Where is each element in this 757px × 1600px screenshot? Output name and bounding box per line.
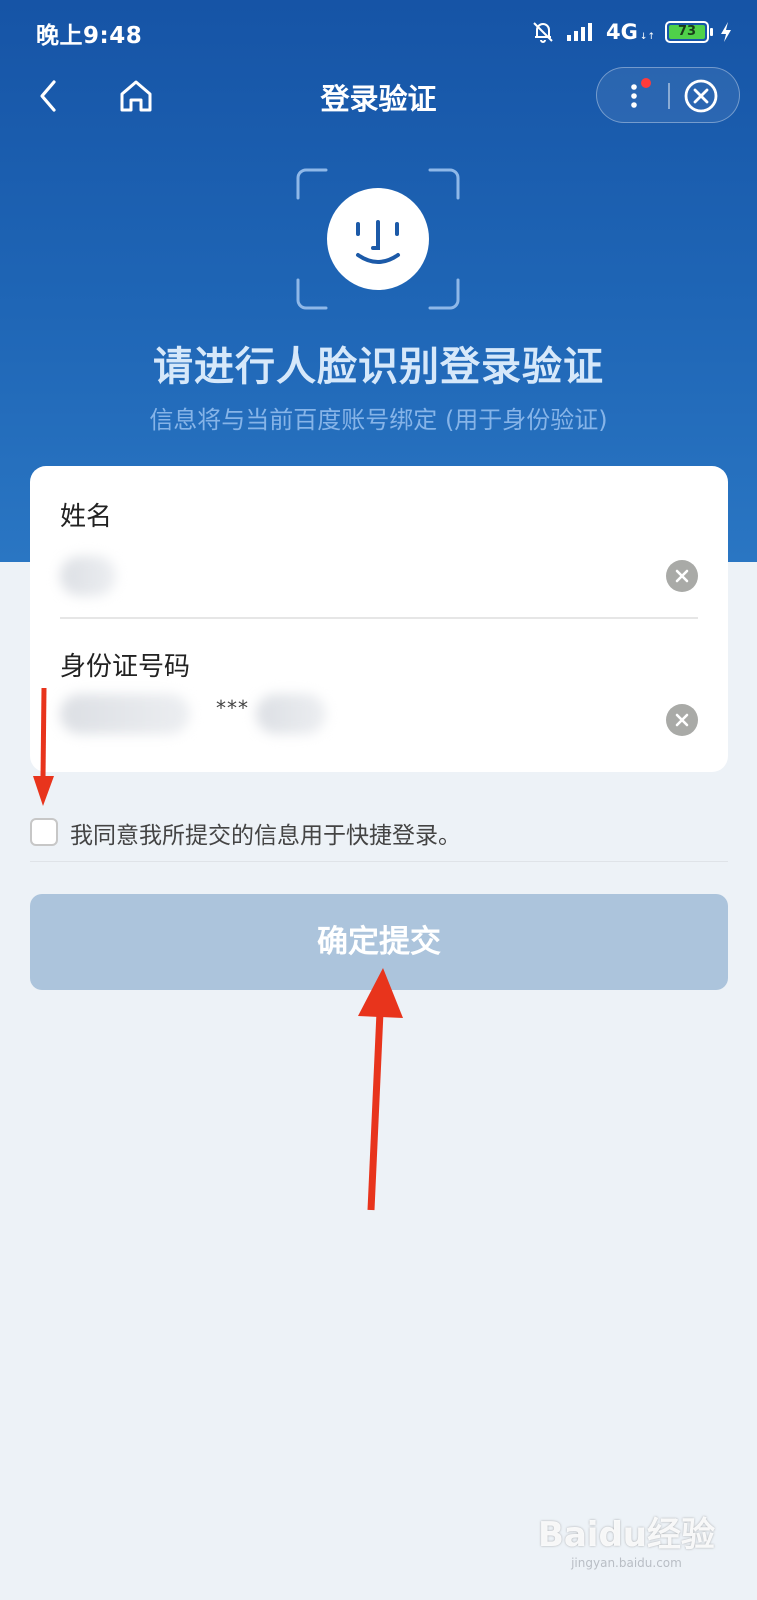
status-icons: 4G ↓↑ 73 bbox=[530, 16, 733, 48]
network-activity: ↓↑ bbox=[639, 32, 655, 42]
network-type: 4G bbox=[606, 20, 638, 44]
field-divider bbox=[60, 617, 698, 619]
face-scan-icon bbox=[296, 168, 460, 310]
id-number-clear-button[interactable] bbox=[666, 704, 698, 736]
name-clear-button[interactable] bbox=[666, 560, 698, 592]
identity-form: 姓名 身份证号码 *** bbox=[30, 466, 728, 772]
close-circle-icon[interactable] bbox=[681, 76, 721, 116]
battery-icon: 73 bbox=[665, 21, 713, 43]
name-label: 姓名 bbox=[60, 502, 113, 532]
capsule-divider bbox=[668, 83, 670, 109]
status-bar: 晚上9:48 4G ↓↑ 73 bbox=[0, 0, 757, 64]
face-verify-title: 请进行人脸识别登录验证 bbox=[153, 344, 604, 390]
status-time: 晚上9:48 bbox=[36, 23, 143, 49]
face-verify-subtitle: 信息将与当前百度账号绑定 (用于身份验证) bbox=[149, 406, 608, 434]
name-field: 姓名 bbox=[60, 496, 698, 596]
watermark-logo: Baidu经验 bbox=[537, 1515, 715, 1555]
mini-program-capsule bbox=[596, 67, 740, 123]
more-dots-icon[interactable] bbox=[611, 74, 657, 118]
clear-icon bbox=[675, 569, 689, 583]
clear-icon bbox=[675, 713, 689, 727]
id-number-input-tail bbox=[256, 694, 326, 734]
notification-dot bbox=[641, 78, 651, 88]
name-input[interactable] bbox=[60, 556, 116, 596]
watermark-url: jingyan.baidu.com bbox=[571, 1556, 682, 1570]
signal-icon bbox=[567, 23, 593, 41]
id-number-field: 身份证号码 *** bbox=[60, 646, 698, 756]
id-number-mask: *** bbox=[216, 696, 249, 720]
watermark: Baidu经验 jingyan.baidu.com bbox=[538, 1507, 715, 1570]
id-number-input[interactable] bbox=[60, 694, 190, 734]
agreement-checkbox[interactable] bbox=[30, 818, 58, 846]
arrow-to-submit bbox=[358, 968, 403, 1211]
id-number-label: 身份证号码 bbox=[60, 652, 191, 682]
mute-bell-icon bbox=[533, 22, 553, 43]
battery-level: 73 bbox=[669, 25, 705, 39]
nav-bar: 登录验证 bbox=[0, 64, 757, 128]
agreement-text: 我同意我所提交的信息用于快捷登录。 bbox=[70, 823, 461, 849]
submit-button[interactable]: 确定提交 bbox=[30, 894, 728, 990]
charging-icon bbox=[721, 22, 731, 42]
agreement-row: 我同意我所提交的信息用于快捷登录。 bbox=[30, 816, 728, 862]
